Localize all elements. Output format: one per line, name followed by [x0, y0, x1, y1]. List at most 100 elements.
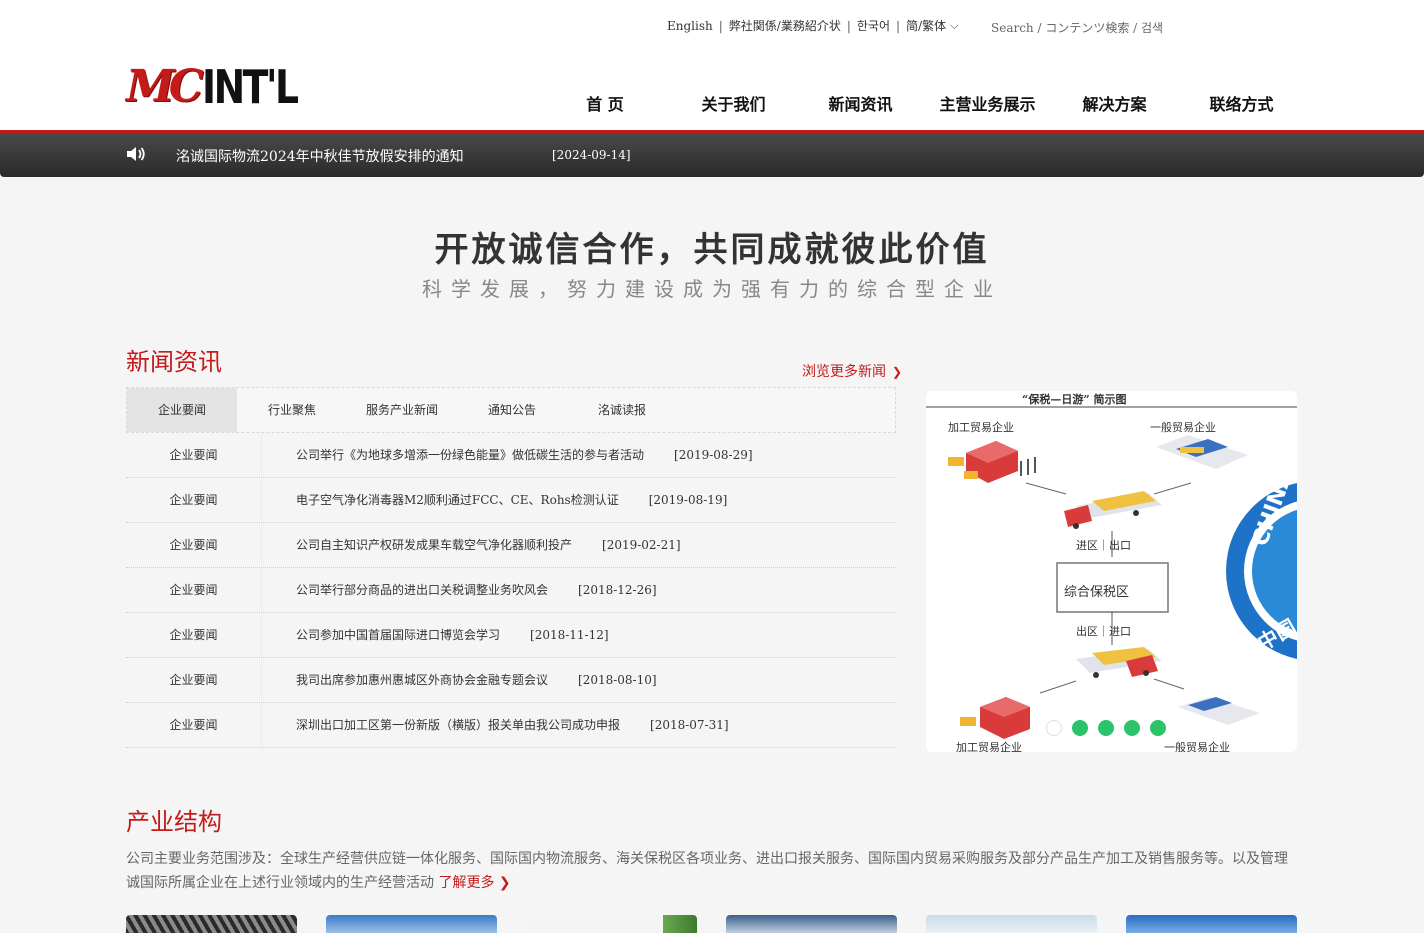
industry-thumbnail[interactable] [926, 915, 1097, 933]
news-list: 企业要闻 公司举行《为地球多增添一份绿色能量》做低碳生活的参与者活动 [2019-… [126, 433, 896, 748]
search-link[interactable]: Search / コンテンツ検索 / 검색 [991, 19, 1163, 36]
news-category[interactable]: 企业要闻 [126, 703, 262, 747]
nav-home[interactable]: 首 页 [540, 92, 670, 118]
list-item: 企业要闻 深圳出口加工区第一份新版（横版）报关单由我公司成功申报 [2018-07… [126, 703, 896, 748]
news-title-link[interactable]: 公司举行《为地球多增添一份绿色能量》做低碳生活的参与者活动 [2019-08-29… [296, 433, 753, 477]
news-title-link[interactable]: 我司出席参加惠州惠城区外商协会金融专题会议 [2018-08-10] [296, 658, 657, 702]
news-section-title: 新闻资讯 [126, 348, 222, 376]
factory-icon [948, 441, 1036, 483]
header: English | 弊社関係/業務紹介状 | 한국어 | 简/繁体 ⌵ Sear… [0, 0, 1424, 130]
lang-chinese-link[interactable]: 简/繁体 [906, 17, 946, 34]
tab-company-news[interactable]: 企业要闻 [127, 388, 237, 432]
news-title: 深圳出口加工区第一份新版（横版）报关单由我公司成功申报 [296, 718, 621, 732]
news-date: [2019-08-29] [674, 448, 753, 462]
list-item: 企业要闻 公司参加中国首届国际进口博览会学习 [2018-11-12] [126, 613, 896, 658]
news-category[interactable]: 企业要闻 [126, 433, 262, 477]
tab-announcements[interactable]: 通知公告 [457, 388, 567, 432]
learn-more-label: 了解更多 [438, 875, 495, 891]
diagram-label: 加工贸易企业 [948, 421, 1014, 434]
news-title: 公司参加中国首届国际进口博览会学习 [296, 628, 501, 642]
warehouse-icon [1156, 435, 1248, 469]
news-title-link[interactable]: 公司举行部分商品的进出口关税调整业务吹风会 [2018-12-26] [296, 568, 657, 612]
list-item: 企业要闻 我司出席参加惠州惠城区外商协会金融专题会议 [2018-08-10] [126, 658, 896, 703]
news-title: 我司出席参加惠州惠城区外商协会金融专题会议 [296, 673, 549, 687]
notice-title[interactable]: 洺诚国际物流2024年中秋佳节放假安排的通知 [176, 146, 464, 166]
carousel-dot[interactable] [1072, 720, 1088, 736]
chevron-right-icon: ❯ [892, 365, 903, 379]
warehouse-icon [1178, 697, 1260, 725]
nav-about[interactable]: 关于我们 [670, 92, 797, 118]
diagram-center-label: 综合保税区 [1064, 585, 1130, 600]
industry-thumbnail[interactable] [526, 915, 697, 933]
notice-date: [2024-09-14] [552, 148, 631, 162]
slogan-main: 开放诚信合作，共同成就彼此价值 [434, 230, 990, 270]
news-title-link[interactable]: 公司参加中国首届国际进口博览会学习 [2018-11-12] [296, 613, 609, 657]
nav-news[interactable]: 新闻资讯 [797, 92, 924, 118]
industry-thumbnail[interactable] [726, 915, 897, 933]
news-date: [2018-12-26] [578, 583, 657, 597]
news-date: [2018-11-12] [530, 628, 609, 642]
industry-thumbnail[interactable] [126, 915, 297, 933]
notice-bar: 洺诚国际物流2024年中秋佳节放假安排的通知 [2024-09-14] [0, 130, 1424, 177]
tab-industry-focus[interactable]: 行业聚焦 [237, 388, 347, 432]
news-title-link[interactable]: 电子空气净化消毒器M2顺利通过FCC、CE、Rohs检测认证 [2019-08-1… [296, 478, 727, 522]
news-title: 公司举行《为地球多增添一份绿色能量》做低碳生活的参与者活动 [296, 448, 645, 462]
carousel-dot[interactable] [1098, 720, 1114, 736]
language-links: English | 弊社関係/業務紹介状 | 한국어 | 简/繁体 ⌵ [667, 17, 959, 34]
news-date: [2019-08-19] [648, 493, 728, 507]
diagram-title: “保税—日游” 简示图 [1022, 393, 1127, 406]
main-nav: 首 页 关于我们 新闻资讯 主营业务展示 解决方案 联络方式 [540, 92, 1305, 118]
tab-reading[interactable]: 洺诚读报 [567, 388, 677, 432]
speaker-icon [127, 147, 145, 161]
industry-section-title: 产业结构 [126, 808, 222, 836]
diagram-label: 一般贸易企业 [1164, 741, 1230, 752]
truck-icon [1076, 647, 1162, 678]
more-news-link[interactable]: 浏览更多新闻 ❯ [802, 361, 902, 381]
industry-thumbnail[interactable] [326, 915, 497, 933]
logo-text: INT'L [201, 60, 299, 114]
list-item: 企业要闻 公司举行《为地球多增添一份绿色能量》做低碳生活的参与者活动 [2019-… [126, 433, 896, 478]
industry-description: 公司主要业务范围涉及：全球生产经营供应链一体化服务、国际国内物流服务、海关保税区… [126, 847, 1301, 895]
nav-solutions[interactable]: 解决方案 [1051, 92, 1178, 118]
logo[interactable]: MC INT'L [126, 60, 317, 114]
slogan-sub: 科学发展，努力建设成为强有力的综合型企业 [422, 277, 1002, 301]
news-title: 公司举行部分商品的进出口关税调整业务吹风会 [296, 583, 549, 597]
news-title: 公司自主知识产权研发成果车载空气净化器顺利投产 [296, 538, 573, 552]
chevron-down-icon[interactable]: ⌵ [950, 19, 958, 33]
news-category[interactable]: 企业要闻 [126, 613, 262, 657]
industry-desc-text: 公司主要业务范围涉及：全球生产经营供应链一体化服务、国际国内物流服务、海关保税区… [126, 851, 1288, 891]
diagram-label: 出区｜进口 [1076, 625, 1131, 638]
carousel-dot[interactable] [1124, 720, 1140, 736]
more-news-label: 浏览更多新闻 [802, 364, 886, 380]
factory-icon [960, 697, 1030, 739]
lang-korean-link[interactable]: 한국어 [857, 17, 890, 34]
logo-mark: MC [126, 61, 204, 112]
industry-thumbnail[interactable] [1126, 915, 1297, 933]
industry-thumbnails [126, 915, 1326, 933]
list-item: 企业要闻 电子空气净化消毒器M2顺利通过FCC、CE、Rohs检测认证 [2019… [126, 478, 896, 523]
list-item: 企业要闻 公司举行部分商品的进出口关税调整业务吹风会 [2018-12-26] [126, 568, 896, 613]
news-category[interactable]: 企业要闻 [126, 478, 262, 522]
news-date: [2018-07-31] [650, 718, 729, 732]
lang-japanese-link[interactable]: 弊社関係/業務紹介状 [729, 17, 841, 34]
carousel-dot[interactable] [1150, 720, 1166, 736]
news-date: [2018-08-10] [578, 673, 657, 687]
truck-icon [1064, 491, 1162, 529]
news-title-link[interactable]: 公司自主知识产权研发成果车载空气净化器顺利投产 [2019-02-21] [296, 523, 681, 567]
news-title-link[interactable]: 深圳出口加工区第一份新版（横版）报关单由我公司成功申报 [2018-07-31] [296, 703, 729, 747]
news-category[interactable]: 企业要闻 [126, 658, 262, 702]
carousel-dot[interactable] [1046, 720, 1062, 736]
bonded-zone-diagram[interactable]: “保税—日游” 简示图 加工贸易企业 一般贸易企业 进区｜出口 综合保税区 出区… [926, 391, 1297, 752]
news-tabs: 企业要闻 行业聚焦 服务产业新闻 通知公告 洺诚读报 [126, 387, 896, 433]
diagram-label: 加工贸易企业 [956, 741, 1022, 752]
lang-english-link[interactable]: English [667, 19, 713, 33]
learn-more-link[interactable]: 了解更多 ❯ [438, 875, 510, 891]
list-item: 企业要闻 公司自主知识产权研发成果车载空气净化器顺利投产 [2019-02-21] [126, 523, 896, 568]
news-category[interactable]: 企业要闻 [126, 568, 262, 612]
news-title: 电子空气净化消毒器M2顺利通过FCC、CE、Rohs检测认证 [296, 493, 619, 507]
news-category[interactable]: 企业要闻 [126, 523, 262, 567]
nav-business[interactable]: 主营业务展示 [924, 92, 1051, 118]
nav-contact[interactable]: 联络方式 [1178, 92, 1305, 118]
diagram-label: 一般贸易企业 [1150, 421, 1216, 434]
tab-service-news[interactable]: 服务产业新闻 [347, 388, 457, 432]
